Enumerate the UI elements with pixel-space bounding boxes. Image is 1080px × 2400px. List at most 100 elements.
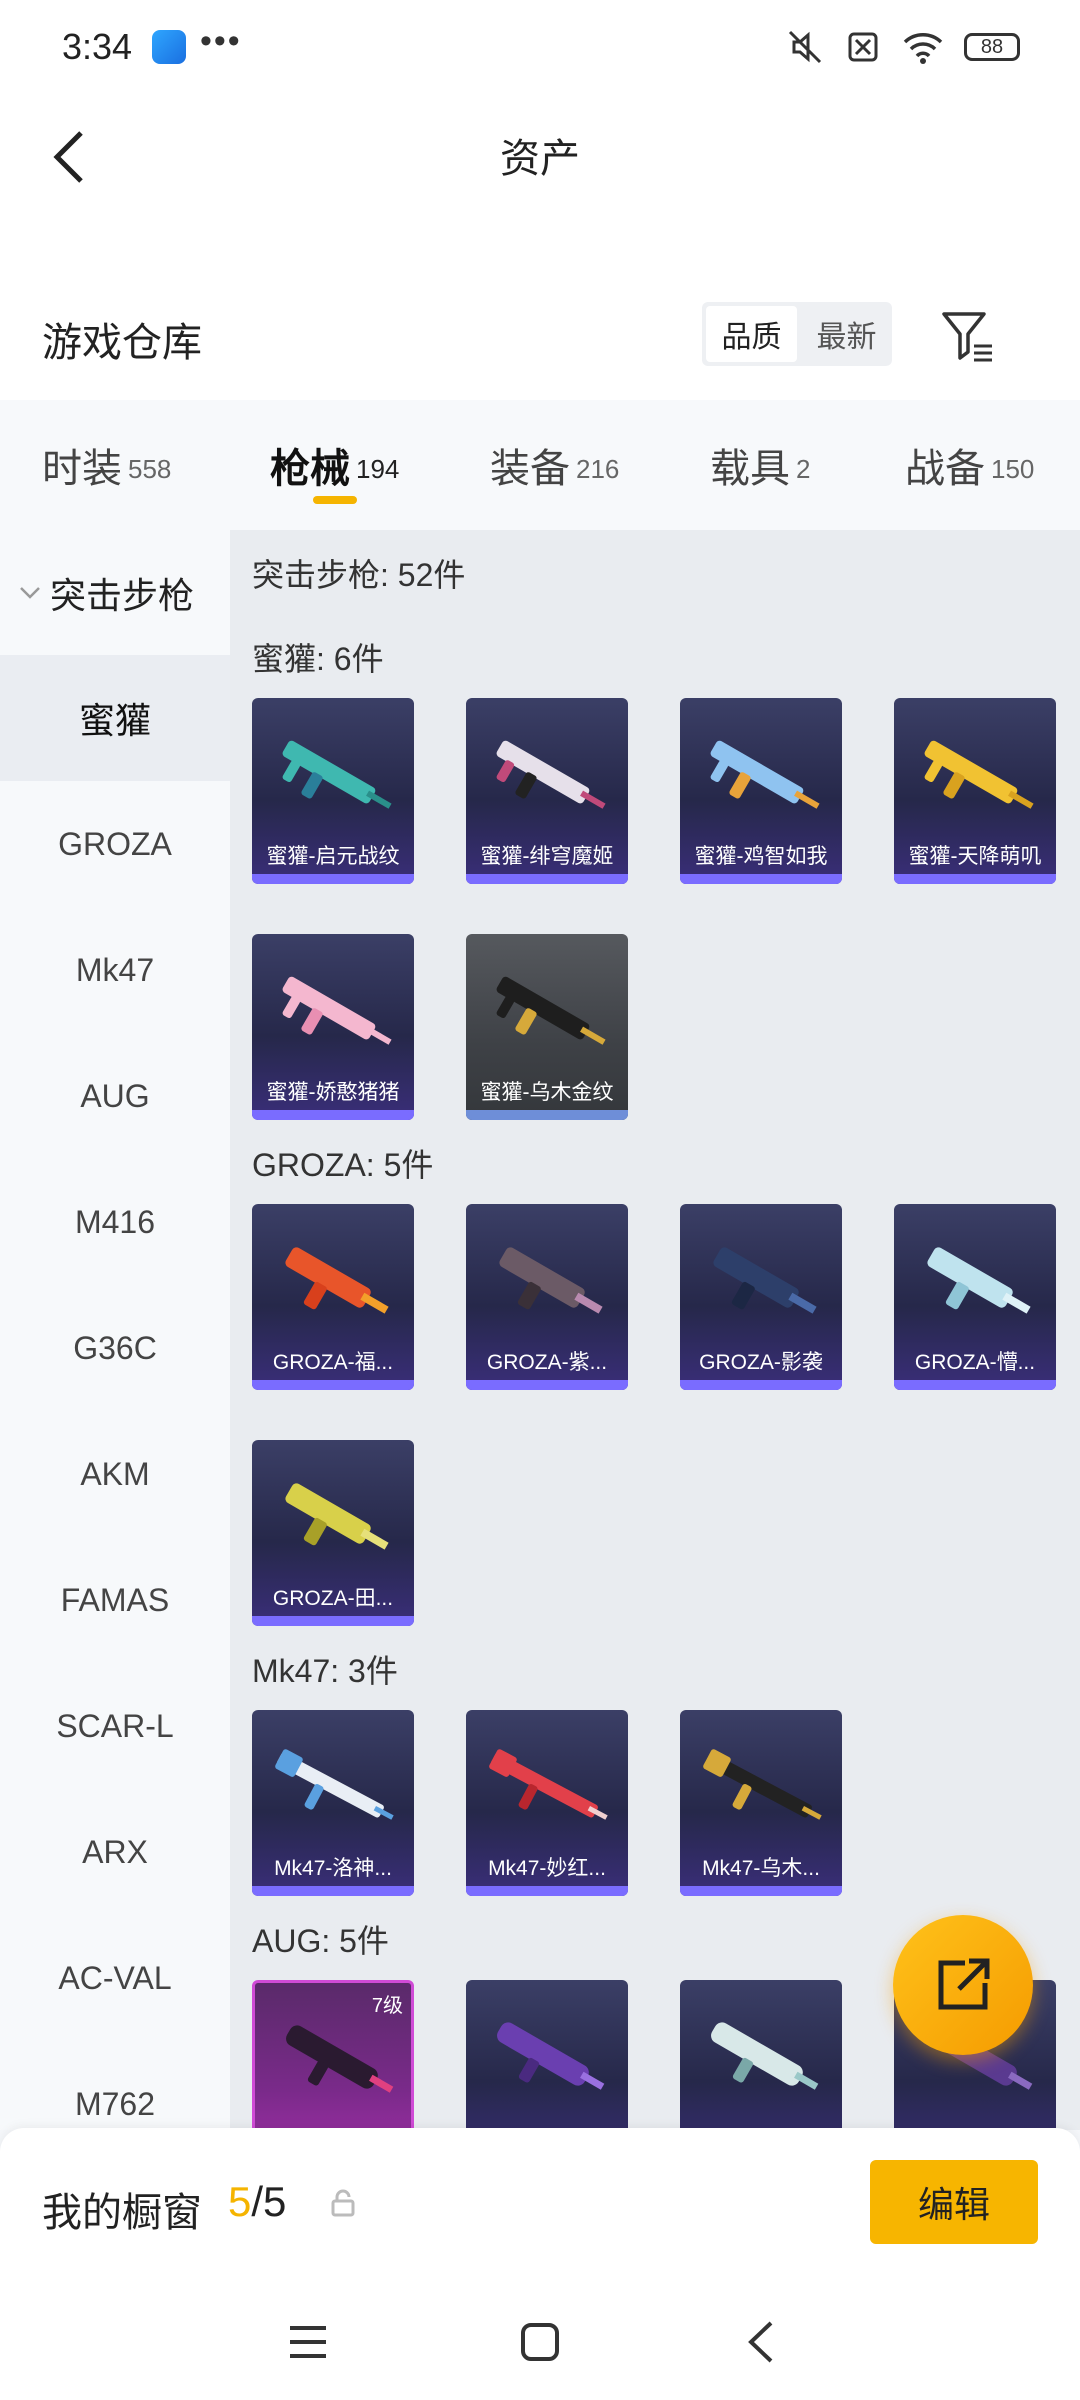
mute-icon bbox=[788, 30, 822, 64]
tab-equipment[interactable]: 装备 216 bbox=[490, 436, 619, 494]
weapon-card[interactable]: Mk47-洛神... bbox=[252, 1710, 414, 1896]
sidebar-item-groza[interactable]: GROZA bbox=[0, 781, 230, 907]
tab-firearms[interactable]: 枪械 194 bbox=[270, 436, 399, 494]
weapon-card[interactable]: 蜜獾-鸡智如我 bbox=[680, 698, 842, 884]
weapon-name: 蜜獾-天降萌叽 bbox=[908, 845, 1042, 868]
group-label-mk47: Mk47: 3件 bbox=[252, 1653, 398, 1689]
sidebar-item-akm[interactable]: AKM bbox=[0, 1411, 230, 1537]
sidebar-group-assault-rifles[interactable]: 突击步枪 bbox=[0, 530, 230, 655]
weapon-card[interactable] bbox=[466, 1980, 628, 2130]
back-nav-icon bbox=[748, 2321, 773, 2363]
weapon-skin-icon bbox=[924, 740, 1034, 809]
page-title: 资产 bbox=[500, 137, 580, 181]
weapon-card[interactable] bbox=[680, 1980, 842, 2130]
filter-icon bbox=[942, 312, 992, 362]
weapon-card[interactable]: Mk47-乌木... bbox=[680, 1710, 842, 1896]
weapon-card[interactable]: 蜜獾-娇憨猪猪 bbox=[252, 934, 414, 1120]
tab-vehicles[interactable]: 载具 2 bbox=[710, 436, 810, 494]
showcase-count: 5/5 bbox=[228, 2178, 286, 2226]
lock-icon bbox=[331, 2189, 355, 2217]
nav-back-button[interactable] bbox=[730, 2312, 790, 2372]
weapon-card[interactable]: Mk47-妙红... bbox=[466, 1710, 628, 1896]
showcase-bar: 我的橱窗 5/5 编辑 bbox=[0, 2128, 1080, 2278]
edit-button[interactable]: 编辑 bbox=[870, 2160, 1038, 2244]
tab-count: 216 bbox=[576, 454, 620, 484]
tab-count: 194 bbox=[356, 454, 400, 484]
weapon-card[interactable]: GROZA-影袭 bbox=[680, 1204, 842, 1390]
sidebar-item-m416[interactable]: M416 bbox=[0, 1159, 230, 1285]
sidebar-item-g36c[interactable]: G36C bbox=[0, 1285, 230, 1411]
filter-button[interactable] bbox=[938, 306, 998, 366]
status-icons: 88 bbox=[786, 28, 1020, 66]
sidebar-item-ac-val[interactable]: AC-VAL bbox=[0, 1915, 230, 2041]
wifi-icon bbox=[903, 33, 943, 64]
battery-icon: 88 bbox=[964, 33, 1020, 61]
weapon-card[interactable]: 7级 bbox=[252, 1980, 414, 2130]
warehouse-title: 游戏仓库 bbox=[42, 321, 202, 365]
rarity-bar bbox=[680, 1380, 842, 1390]
weapon-skin-icon bbox=[710, 740, 820, 809]
rarity-bar bbox=[466, 1380, 628, 1390]
sidebar-item-honey-badger[interactable]: 蜜獾 bbox=[0, 655, 230, 781]
group-label-groza: GROZA: 5件 bbox=[252, 1147, 434, 1183]
showcase-count-current: 5 bbox=[228, 2178, 252, 2225]
rarity-bar bbox=[466, 1886, 628, 1896]
weapon-name: 蜜獾-乌木金纹 bbox=[480, 1081, 614, 1104]
tab-label: 战备 bbox=[905, 447, 985, 491]
tab-battle-gear[interactable]: 战备 150 bbox=[905, 436, 1034, 494]
group-label-honey-badger: 蜜獾: 6件 bbox=[252, 641, 384, 677]
weapon-card[interactable]: GROZA-福... bbox=[252, 1204, 414, 1390]
sidebar-item-scar-l[interactable]: SCAR-L bbox=[0, 1663, 230, 1789]
weapon-card[interactable]: 蜜獾-启元战纹 bbox=[252, 698, 414, 884]
weapon-skin-icon bbox=[497, 2022, 605, 2090]
weapon-skin-icon bbox=[286, 2025, 394, 2093]
weapon-name: GROZA-懵... bbox=[914, 1351, 1036, 1374]
app-notification-icon bbox=[152, 30, 186, 64]
weapon-skin-icon bbox=[285, 1483, 389, 1550]
tab-fashion[interactable]: 时装 558 bbox=[42, 436, 171, 494]
weapon-skin-icon bbox=[489, 1749, 608, 1820]
weapon-skin-icon bbox=[703, 1749, 822, 1820]
weapon-name: Mk47-妙红... bbox=[488, 1857, 606, 1880]
weapon-skin-icon bbox=[496, 976, 606, 1045]
weapon-card[interactable]: GROZA-田... bbox=[252, 1440, 414, 1626]
sidebar-item-famas[interactable]: FAMAS bbox=[0, 1537, 230, 1663]
sidebar-item-aug[interactable]: AUG bbox=[0, 1033, 230, 1159]
weapon-skin-icon bbox=[713, 1247, 817, 1314]
tab-count: 558 bbox=[128, 454, 172, 484]
sort-toggle: 品质 最新 bbox=[702, 302, 892, 366]
warehouse-header: 游戏仓库 品质 最新 bbox=[0, 280, 1080, 400]
tab-count: 2 bbox=[796, 454, 811, 484]
sort-quality-button[interactable]: 品质 bbox=[706, 306, 797, 362]
rarity-bar bbox=[466, 1110, 628, 1120]
weapon-card[interactable]: 蜜獾-天降萌叽 bbox=[894, 698, 1056, 884]
weapon-skin-icon bbox=[927, 1247, 1031, 1314]
chevron-down-icon bbox=[20, 586, 40, 599]
rarity-bar bbox=[894, 1380, 1056, 1390]
sidebar-item-mk47[interactable]: Mk47 bbox=[0, 907, 230, 1033]
weapon-card[interactable]: 蜜獾-绯穹魔姬 bbox=[466, 698, 628, 884]
nav-home-button[interactable] bbox=[510, 2312, 570, 2372]
rarity-bar bbox=[252, 1380, 414, 1390]
weapon-skin-icon bbox=[282, 740, 392, 809]
weapon-skin-icon bbox=[285, 1247, 389, 1314]
weapon-skin-icon bbox=[496, 740, 606, 809]
tab-label: 装备 bbox=[490, 447, 570, 491]
weapon-card[interactable]: GROZA-懵... bbox=[894, 1204, 1056, 1390]
category-tabs: 时装 558 枪械 194 装备 216 载具 2 战备 150 bbox=[0, 400, 1080, 530]
weapon-card[interactable]: GROZA-紫... bbox=[466, 1204, 628, 1390]
weapon-name: GROZA-田... bbox=[272, 1587, 394, 1610]
showcase-label: 我的橱窗 bbox=[42, 2191, 202, 2235]
weapon-name: 蜜獾-启元战纹 bbox=[266, 845, 400, 868]
share-icon bbox=[938, 1958, 990, 2010]
nav-menu-button[interactable] bbox=[278, 2312, 338, 2372]
weapon-name: Mk47-乌木... bbox=[702, 1857, 820, 1880]
sidebar-item-arx[interactable]: ARX bbox=[0, 1789, 230, 1915]
weapon-type-sidebar: 突击步枪 蜜獾 GROZA Mk47 AUG M416 G36C AKM FAM… bbox=[0, 530, 230, 2130]
rarity-bar bbox=[252, 1110, 414, 1120]
weapon-name: GROZA-影袭 bbox=[699, 1351, 823, 1374]
rarity-bar bbox=[466, 874, 628, 884]
weapon-card[interactable]: 蜜獾-乌木金纹 bbox=[466, 934, 628, 1120]
sort-latest-button[interactable]: 最新 bbox=[801, 302, 892, 366]
share-button[interactable] bbox=[893, 1915, 1033, 2055]
